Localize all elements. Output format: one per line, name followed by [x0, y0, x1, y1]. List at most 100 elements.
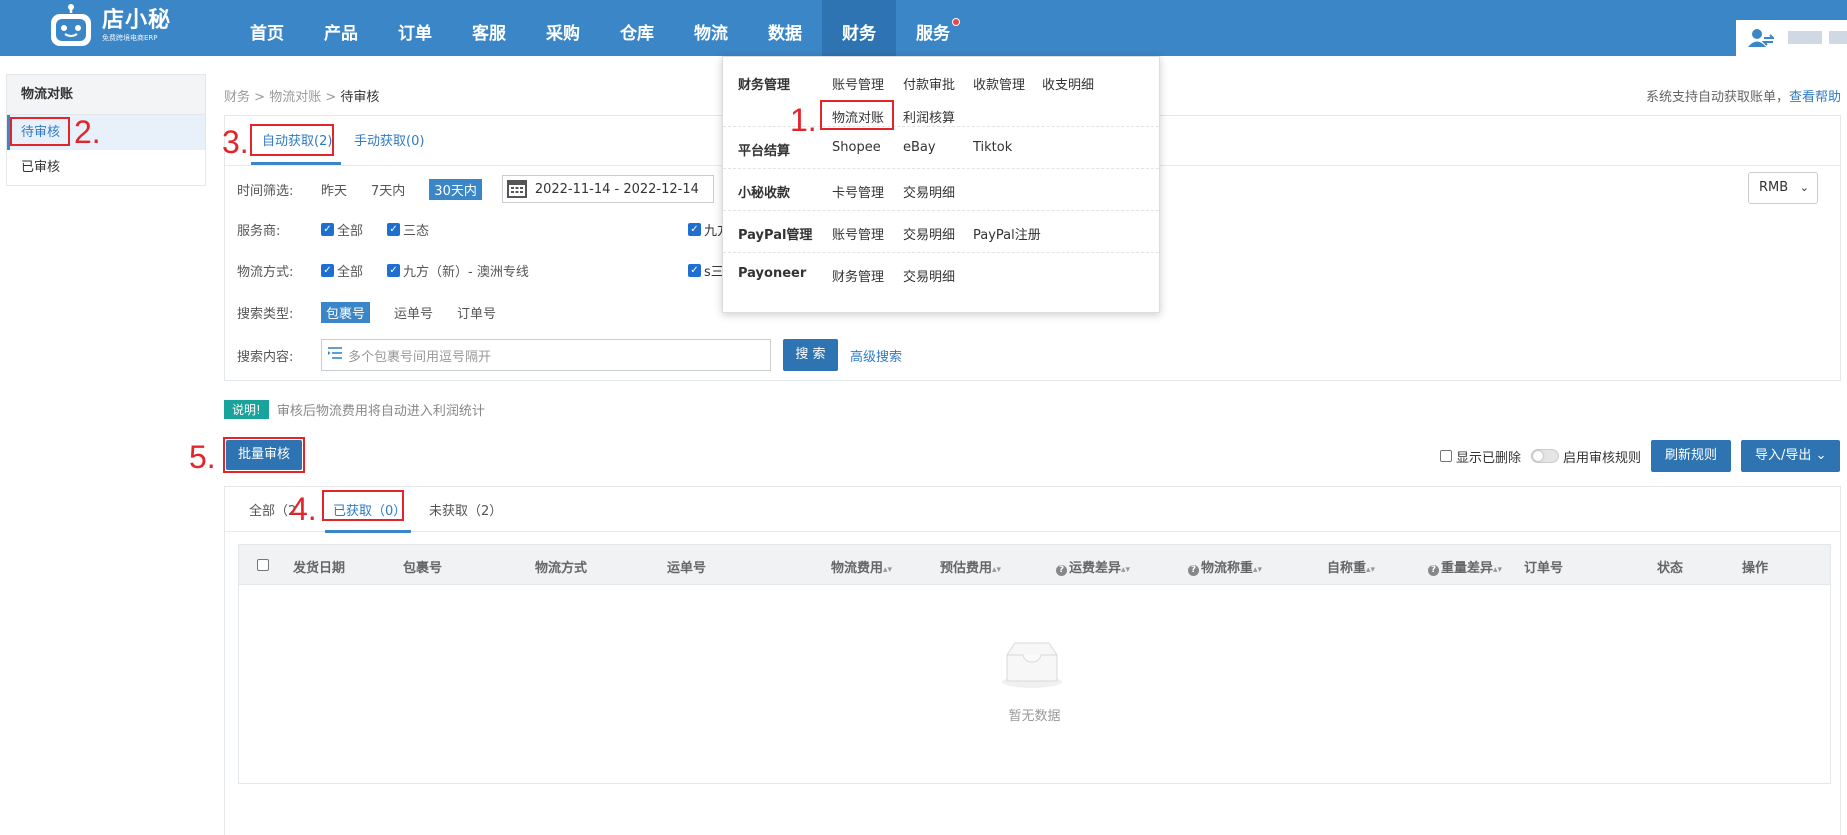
col-fee-diff[interactable]: ? 运费差异▴▾: [1056, 557, 1130, 576]
dd-link-income-expense[interactable]: 收支明细: [1042, 74, 1094, 93]
advanced-search-link[interactable]: 高级搜索: [850, 346, 902, 365]
search-input[interactable]: 多个包裹号间用逗号隔开: [321, 339, 771, 371]
select-all-checkbox[interactable]: [257, 559, 269, 571]
dd-payoneer-title: Payoneer: [738, 266, 807, 281]
main-nav: 首页 产品 订单 客服 采购 仓库 物流 数据 财务 服务: [230, 0, 970, 56]
search-type-row: 搜索类型: 包裹号 运单号 订单号: [237, 302, 520, 323]
time-filter-label: 时间筛选:: [237, 183, 294, 199]
date-range-picker[interactable]: 2022-11-14 - 2022-12-14: [501, 175, 714, 203]
col-actions: 操作: [1742, 561, 1769, 576]
user-menu[interactable]: [1736, 20, 1847, 56]
sidebar-item-reviewed[interactable]: 已审核: [7, 150, 205, 185]
review-rule-toggle[interactable]: [1531, 449, 1560, 463]
nav-products[interactable]: 产品: [304, 0, 378, 56]
breadcrumb-finance[interactable]: 财务: [224, 90, 250, 105]
review-rule-label: 启用审核规则: [1563, 450, 1642, 466]
col-shipping-method: 物流方式: [535, 561, 588, 576]
search-content-row: 搜索内容: 多个包裹号间用逗号隔开 搜 索 高级搜索: [237, 339, 902, 371]
col-estimated-fee[interactable]: 预估费用▴▾: [940, 557, 1001, 576]
search-placeholder: 多个包裹号间用逗号隔开: [348, 349, 492, 365]
logo-title: 店小秘: [102, 8, 172, 33]
col-weight-diff[interactable]: ? 重量差异▴▾: [1428, 557, 1502, 576]
results-table: 发货日期 包裹号 物流方式 运单号 物流费用▴▾ 预估费用▴▾ ? 运费差异▴▾ …: [238, 544, 1831, 784]
nav-purchasing[interactable]: 采购: [526, 0, 600, 56]
checkbox-checked-icon: ✓: [387, 223, 401, 236]
empty-text: 暂无数据: [1008, 709, 1061, 724]
col-self-weight[interactable]: 自称重▴▾: [1327, 557, 1375, 576]
help-icon: ?: [1428, 565, 1439, 576]
breadcrumb-logistics-recon[interactable]: 物流对账: [269, 90, 321, 105]
col-estimated-fee-label: 预估费用: [940, 561, 993, 576]
dd-link-payoneer-finance[interactable]: 财务管理: [832, 266, 884, 285]
toolbar-right: 显示已删除 启用审核规则 刷新规则 导入/导出 ⌄: [1440, 440, 1841, 472]
col-self-weight-label: 自称重: [1327, 561, 1367, 576]
method-s3-label: s三: [704, 265, 724, 280]
provider-all-label: 全部: [337, 224, 364, 239]
search-type-package[interactable]: 包裹号: [321, 302, 371, 323]
nav-home[interactable]: 首页: [230, 0, 304, 56]
help-link[interactable]: 查看帮助: [1789, 90, 1841, 105]
time-opt-7days[interactable]: 7天内: [371, 180, 405, 199]
dd-section-finance: 财务管理 账号管理 付款审批 收款管理 收支明细 物流对账 利润核算: [723, 57, 1159, 127]
col-shipping-fee[interactable]: 物流费用▴▾: [831, 557, 892, 576]
dd-link-shopee[interactable]: Shopee: [832, 140, 881, 155]
dd-link-card-mgmt[interactable]: 卡号管理: [832, 182, 884, 201]
help-text: 系统支持自动获取账单，查看帮助: [1646, 86, 1841, 105]
tab-manual-fetch[interactable]: 手动获取(0): [354, 130, 424, 149]
col-logistics-weight[interactable]: ? 物流称重▴▾: [1188, 557, 1262, 576]
refresh-rule-button[interactable]: 刷新规则: [1651, 440, 1732, 472]
nav-warehouse[interactable]: 仓库: [600, 0, 674, 56]
dd-link-receipt-mgmt[interactable]: 收款管理: [973, 74, 1025, 93]
search-button[interactable]: 搜 索: [783, 339, 838, 371]
step-label-3: 3.: [222, 124, 249, 160]
dd-link-profit-calc[interactable]: 利润核算: [903, 107, 955, 126]
import-export-button[interactable]: 导入/导出 ⌄: [1741, 440, 1841, 472]
method-all-checkbox[interactable]: ✓ 全部: [321, 261, 363, 280]
breadcrumb: 财务 > 物流对账 > 待审核: [224, 90, 380, 105]
dd-link-paypal-transactions[interactable]: 交易明细: [903, 224, 955, 243]
show-deleted-checkbox[interactable]: [1440, 450, 1452, 462]
currency-select[interactable]: RMB ⌄: [1748, 172, 1818, 204]
col-logistics-weight-label: 物流称重: [1201, 561, 1254, 576]
dd-link-tiktok[interactable]: Tiktok: [973, 140, 1012, 155]
sort-icon: ▴▾: [1366, 565, 1376, 575]
dd-link-payment-approval[interactable]: 付款审批: [903, 74, 955, 93]
dd-link-paypal-register[interactable]: PayPal注册: [973, 224, 1041, 243]
chevron-down-icon: ⌄: [1799, 181, 1809, 194]
logo[interactable]: 店小秘 免费跨境电商ERP: [48, 4, 171, 48]
active-tab-indicator: [325, 530, 411, 533]
col-weight-diff-label: 重量差异: [1441, 561, 1494, 576]
provider-all-checkbox[interactable]: ✓ 全部: [321, 220, 363, 239]
time-opt-yesterday[interactable]: 昨天: [321, 180, 347, 199]
provider-santai-checkbox[interactable]: ✓ 三态: [387, 220, 429, 239]
search-type-label: 搜索类型:: [237, 307, 294, 322]
dd-section-paypal: PayPal管理 账号管理 交易明细 PayPal注册: [723, 211, 1159, 253]
nav-data[interactable]: 数据: [748, 0, 822, 56]
dd-link-xms-transactions[interactable]: 交易明细: [903, 182, 955, 201]
dd-link-paypal-accounts[interactable]: 账号管理: [832, 224, 884, 243]
sort-icon: ▴▾: [992, 565, 1002, 575]
dd-paypal-title: PayPal管理: [738, 228, 813, 243]
checkbox-checked-icon: ✓: [387, 264, 401, 277]
checkbox-checked-icon: ✓: [321, 264, 334, 277]
nav-customer-service[interactable]: 客服: [452, 0, 526, 56]
method-jiufang-au-checkbox[interactable]: ✓ 九方（新）- 澳洲专线: [387, 261, 529, 280]
nav-services[interactable]: 服务: [896, 0, 970, 56]
provider-santai-label: 三态: [403, 224, 430, 239]
nav-orders[interactable]: 订单: [378, 0, 452, 56]
step-label-4: 4.: [290, 491, 317, 527]
nav-finance[interactable]: 财务: [822, 0, 896, 56]
dd-link-payoneer-transactions[interactable]: 交易明细: [903, 266, 955, 285]
search-type-order[interactable]: 订单号: [457, 303, 496, 322]
method-s3-checkbox[interactable]: ✓ s三: [688, 261, 724, 280]
dd-platform-title: 平台结算: [738, 144, 791, 159]
nav-logistics[interactable]: 物流: [674, 0, 748, 56]
dd-link-ebay[interactable]: eBay: [903, 140, 936, 155]
method-all-label: 全部: [337, 265, 364, 280]
time-opt-30days[interactable]: 30天内: [429, 178, 482, 200]
search-type-waybill[interactable]: 运单号: [394, 303, 433, 322]
sort-icon: ▴▾: [1493, 565, 1503, 575]
col-waybill-no: 运单号: [667, 561, 707, 576]
tab-unfetched[interactable]: 未获取（2）: [429, 500, 502, 519]
dd-link-account-mgmt[interactable]: 账号管理: [832, 74, 884, 93]
